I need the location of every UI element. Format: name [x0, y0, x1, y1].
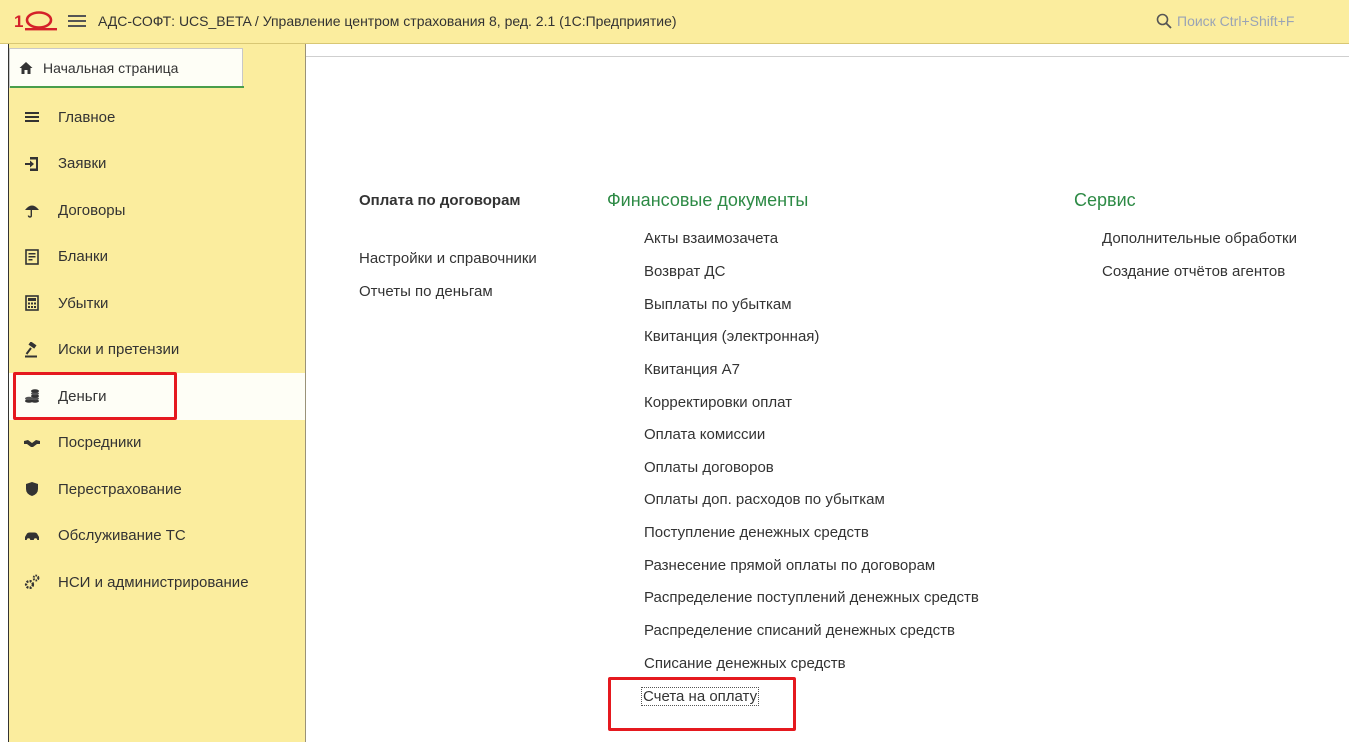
sidebar-item-label: Убытки	[58, 294, 109, 312]
sidebar-item-label: Заявки	[58, 155, 107, 173]
sidebar-item-label: Обслуживание ТС	[58, 527, 186, 545]
sidebar-item-label: Перестрахование	[58, 480, 182, 498]
link-writeoffs-distribution[interactable]: Распределение списаний денежных средств	[644, 622, 955, 639]
link-receipt-a7[interactable]: Квитанция А7	[644, 361, 740, 378]
shield-icon	[26, 482, 38, 497]
sidebar-item-label: Главное	[58, 108, 116, 126]
sidebar-item-applications[interactable]: Заявки	[9, 141, 305, 188]
active-tab-underline	[10, 86, 244, 88]
sidebar-item-label: Иски и претензии	[58, 341, 180, 359]
sidebar-item-vehicle-service[interactable]: Обслуживание ТС	[9, 513, 305, 560]
payments-by-contracts-heading: Оплата по договорам	[359, 192, 521, 209]
menu-lines-icon	[25, 112, 39, 123]
sidebar-item-claims[interactable]: Иски и претензии	[9, 327, 305, 374]
link-agent-reports[interactable]: Создание отчётов агентов	[1102, 263, 1285, 280]
search-icon	[1156, 13, 1172, 29]
link-mutual-offset-acts[interactable]: Акты взаимозачета	[644, 230, 778, 247]
window-title: АДС-СОФТ: UCS_BETA / Управление центром …	[98, 13, 677, 29]
link-settings-and-references[interactable]: Настройки и справочники	[359, 250, 537, 267]
section-list: Главное Заявки Договоры Бланки Убытки Ис…	[9, 94, 305, 606]
sidebar-item-blanks[interactable]: Бланки	[9, 234, 305, 281]
content-top-divider	[306, 56, 1349, 57]
gears-icon	[24, 574, 40, 590]
calculator-icon	[25, 295, 39, 312]
sidebar-item-losses[interactable]: Убытки	[9, 280, 305, 327]
sidebar-item-label: Бланки	[58, 248, 108, 266]
umbrella-icon	[25, 205, 39, 218]
sidebar-item-admin[interactable]: НСИ и администрирование	[9, 559, 305, 606]
form-sheet-icon	[25, 248, 39, 265]
sidebar-item-intermediaries[interactable]: Посредники	[9, 420, 305, 467]
sidebar-item-label: Договоры	[58, 201, 126, 219]
link-commission-payment[interactable]: Оплата комиссии	[644, 426, 765, 443]
home-icon	[19, 62, 33, 74]
home-page-tab[interactable]: Начальная страница	[9, 48, 244, 88]
handshake-icon	[24, 439, 40, 447]
link-extra-loss-expenses[interactable]: Оплаты доп. расходов по убыткам	[644, 491, 885, 508]
sidebar-item-contracts[interactable]: Договоры	[9, 187, 305, 234]
financial-documents-heading: Финансовые документы	[607, 190, 809, 210]
link-receipts-distribution[interactable]: Распределение поступлений денежных средс…	[644, 589, 979, 606]
sidebar-item-main[interactable]: Главное	[9, 94, 305, 141]
gavel-icon	[25, 341, 37, 358]
home-tab-label: Начальная страница	[43, 60, 179, 76]
svg-text:1: 1	[14, 12, 23, 31]
highlight-invoices-frame	[608, 677, 796, 731]
main-menu-icon[interactable]	[68, 12, 86, 30]
sidebar-item-label: НСИ и администрирование	[58, 573, 249, 591]
link-electronic-receipt[interactable]: Квитанция (электронная)	[644, 328, 819, 345]
link-cash-receipt[interactable]: Поступление денежных средств	[644, 524, 869, 541]
car-icon	[25, 532, 39, 542]
search-input[interactable]: Поиск Ctrl+Shift+F	[1144, 7, 1349, 35]
link-refund[interactable]: Возврат ДС	[644, 263, 725, 280]
sections-panel: Начальная страница Главное Заявки Догово…	[8, 44, 306, 742]
sidebar-item-label: Посредники	[58, 434, 142, 452]
link-payment-adjustments[interactable]: Корректировки оплат	[644, 394, 792, 411]
link-loss-payouts[interactable]: Выплаты по убыткам	[644, 296, 792, 313]
sign-in-icon	[25, 156, 38, 171]
service-heading: Сервис	[1074, 190, 1136, 210]
search-placeholder: Поиск Ctrl+Shift+F	[1177, 13, 1295, 29]
link-cash-writeoff[interactable]: Списание денежных средств	[644, 655, 846, 672]
title-bar: 1 АДС-СОФТ: UCS_BETA / Управление центро…	[0, 0, 1349, 44]
section-content: Оплата по договорам Настройки и справочн…	[306, 44, 1349, 742]
highlight-money-frame	[13, 372, 177, 420]
link-contract-payments[interactable]: Оплаты договоров	[644, 459, 774, 476]
sidebar-item-reinsurance[interactable]: Перестрахование	[9, 466, 305, 513]
link-additional-processing[interactable]: Дополнительные обработки	[1102, 230, 1297, 247]
link-direct-payment-posting[interactable]: Разнесение прямой оплаты по договорам	[644, 557, 935, 574]
link-money-reports[interactable]: Отчеты по деньгам	[359, 283, 493, 300]
1c-logo[interactable]: 1	[14, 10, 58, 32]
